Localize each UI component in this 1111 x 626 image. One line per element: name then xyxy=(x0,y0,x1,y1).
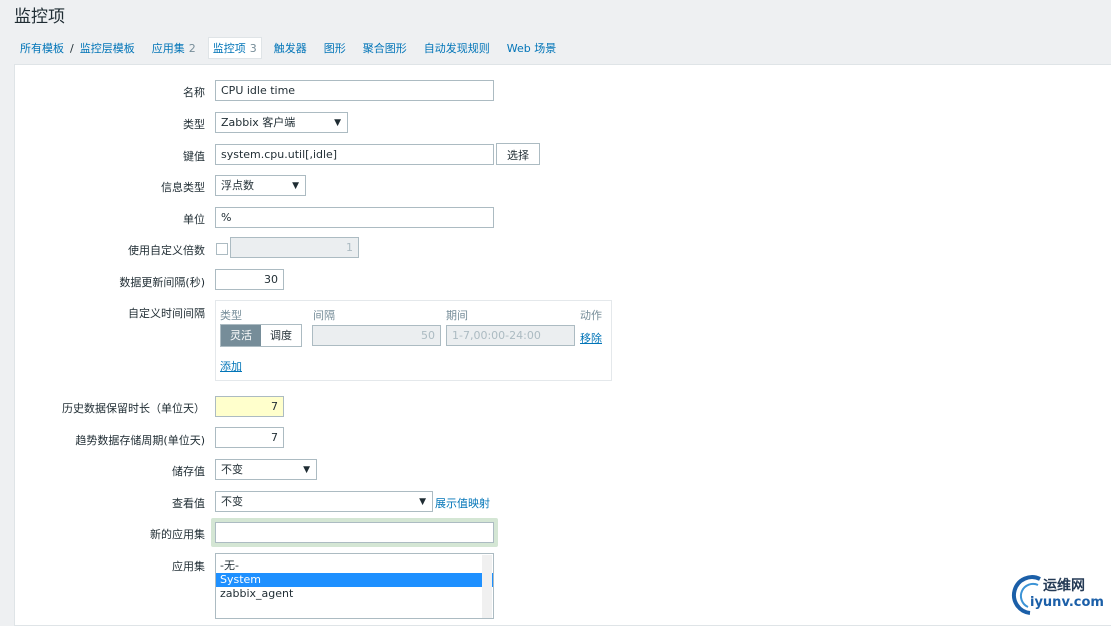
info-type-label: 信息类型 xyxy=(161,181,205,194)
store-value-select-value: 不变 xyxy=(221,463,243,476)
show-value-select[interactable]: 不变 ▼ xyxy=(215,491,433,512)
dropdown-arrow-icon: ▼ xyxy=(334,118,341,128)
store-value-label: 储存值 xyxy=(172,465,205,478)
new-application-label: 新的应用集 xyxy=(150,528,205,541)
dropdown-arrow-icon: ▼ xyxy=(292,181,299,191)
tab-items[interactable]: 监控项 3 xyxy=(207,37,262,59)
select-key-button[interactable]: 选择 xyxy=(496,143,540,165)
tab-screens[interactable]: 聚合图形 xyxy=(363,40,407,56)
multiplier-label: 使用自定义倍数 xyxy=(128,244,205,257)
dropdown-arrow-icon: ▼ xyxy=(303,465,310,475)
tab-count: 2 xyxy=(188,42,196,55)
list-item[interactable]: System xyxy=(216,573,493,587)
custom-intervals-label: 自定义时间间隔 xyxy=(128,307,205,320)
tab-discovery-rules[interactable]: 自动发现规则 xyxy=(424,40,490,56)
history-input[interactable]: 7 xyxy=(215,396,284,417)
name-label: 名称 xyxy=(183,86,205,99)
flexible-option[interactable]: 灵活 xyxy=(221,325,261,346)
interval-period-input[interactable]: 1-7,00:00-24:00 xyxy=(446,325,575,346)
name-input[interactable]: CPU idle time xyxy=(215,80,494,101)
show-value-label: 查看值 xyxy=(172,497,205,510)
show-value-mapping-link[interactable]: 展示值映射 xyxy=(435,495,490,511)
tab-triggers[interactable]: 触发器 xyxy=(274,40,307,56)
update-interval-label: 数据更新间隔(秒) xyxy=(119,276,205,289)
trends-label: 趋势数据存储周期(单位天) xyxy=(75,434,205,447)
key-input[interactable]: system.cpu.util[,idle] xyxy=(215,144,494,165)
remove-interval-link[interactable]: 移除 xyxy=(580,330,602,346)
multiplier-checkbox[interactable] xyxy=(216,243,228,255)
new-application-input[interactable] xyxy=(215,522,494,543)
breadcrumb-nav: 所有模板 / 监控层模板 应用集 2 监控项 3 触发器 图形 聚合图形 自动发现规… xyxy=(20,37,573,59)
interval-header-action: 动作 xyxy=(580,309,602,322)
applications-label: 应用集 xyxy=(172,560,205,573)
applications-listbox[interactable]: -无- System zabbix_agent xyxy=(215,553,494,619)
watermark-logo: 运维网 iyunv.com xyxy=(1010,571,1111,619)
breadcrumb-host[interactable]: 监控层模板 xyxy=(80,40,135,56)
dropdown-arrow-icon: ▼ xyxy=(419,497,426,507)
breadcrumb-separator: / xyxy=(70,41,74,55)
trends-input[interactable]: 7 xyxy=(215,427,284,448)
tab-count: 3 xyxy=(249,42,257,55)
tab-web-scenarios[interactable]: Web 场景 xyxy=(507,40,556,56)
store-value-select[interactable]: 不变 ▼ xyxy=(215,459,317,480)
units-input[interactable]: % xyxy=(215,207,494,228)
interval-header-type: 类型 xyxy=(220,309,242,322)
watermark-text: 运维网 xyxy=(1043,578,1085,594)
list-item[interactable]: -无- xyxy=(216,559,493,573)
interval-type-toggle: 灵活 调度 xyxy=(220,324,302,347)
scheduling-option[interactable]: 调度 xyxy=(261,325,301,346)
interval-header-interval: 间隔 xyxy=(313,309,335,322)
add-interval-link[interactable]: 添加 xyxy=(220,358,242,374)
watermark-domain: iyunv.com xyxy=(1030,595,1104,610)
type-select[interactable]: Zabbix 客户端 ▼ xyxy=(215,112,348,133)
tab-graphs[interactable]: 图形 xyxy=(324,40,346,56)
units-label: 单位 xyxy=(183,213,205,226)
interval-value-input[interactable]: 50 xyxy=(312,325,441,346)
tab-applications[interactable]: 应用集 2 xyxy=(152,40,196,56)
list-item[interactable]: zabbix_agent xyxy=(216,587,493,601)
multiplier-input[interactable]: 1 xyxy=(230,237,359,258)
show-value-select-value: 不变 xyxy=(221,495,243,508)
interval-header-period: 期间 xyxy=(446,309,468,322)
history-label: 历史数据保留时长（单位天） xyxy=(62,402,205,415)
type-label: 类型 xyxy=(183,118,205,131)
info-type-select-value: 浮点数 xyxy=(221,179,254,192)
breadcrumb-all-templates[interactable]: 所有模板 xyxy=(20,40,64,56)
page-title: 监控项 xyxy=(14,7,65,27)
key-label: 键值 xyxy=(183,150,205,163)
type-select-value: Zabbix 客户端 xyxy=(221,116,296,129)
info-type-select[interactable]: 浮点数 ▼ xyxy=(215,175,306,196)
scrollbar[interactable] xyxy=(482,555,492,618)
update-interval-input[interactable]: 30 xyxy=(215,269,284,290)
